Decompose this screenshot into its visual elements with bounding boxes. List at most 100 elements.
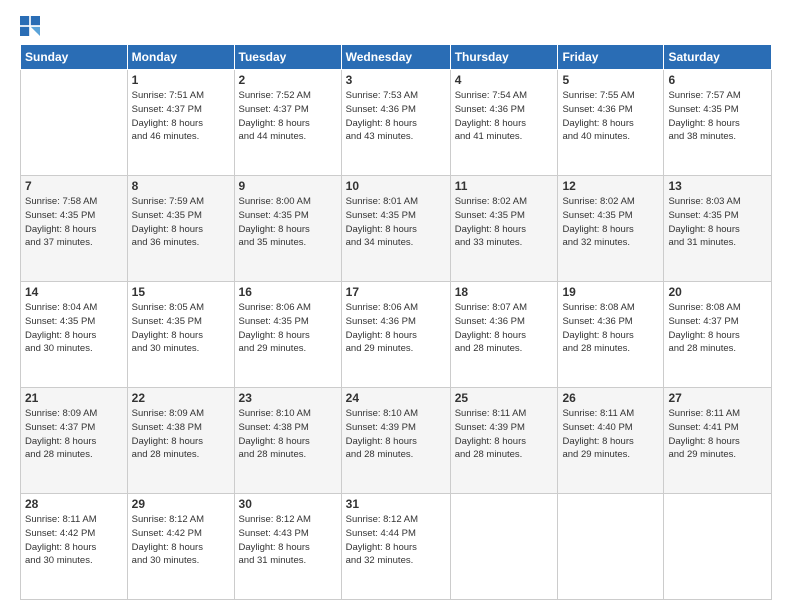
day-info: Sunrise: 8:11 AM Sunset: 4:39 PM Dayligh… xyxy=(455,407,554,462)
calendar-cell: 9Sunrise: 8:00 AM Sunset: 4:35 PM Daylig… xyxy=(234,176,341,282)
day-number: 20 xyxy=(668,285,767,299)
calendar-week-row: 28Sunrise: 8:11 AM Sunset: 4:42 PM Dayli… xyxy=(21,494,772,600)
calendar-cell: 2Sunrise: 7:52 AM Sunset: 4:37 PM Daylig… xyxy=(234,70,341,176)
day-info: Sunrise: 7:54 AM Sunset: 4:36 PM Dayligh… xyxy=(455,89,554,144)
calendar-cell: 31 Sunrise: 8:12 AM Sunset: 4:44 PM Dayli… xyxy=(341,494,450,600)
calendar-cell: 27 Sunrise: 8:11 AM Sunset: 4:41 PM Dayli… xyxy=(664,388,772,494)
day-info: Sunrise: 7:52 AM Sunset: 4:37 PM Dayligh… xyxy=(239,89,337,144)
calendar-cell: 7 Sunrise: 7:58 AM Sunset: 4:35 PM Daylig… xyxy=(21,176,128,282)
day-number: 21 xyxy=(25,391,123,405)
day-number: 31 xyxy=(346,497,446,511)
calendar-table: SundayMondayTuesdayWednesdayThursdayFrid… xyxy=(20,44,772,600)
calendar-body: 1Sunrise: 7:51 AM Sunset: 4:37 PM Daylig… xyxy=(21,70,772,600)
day-info: Sunrise: 8:12 AM Sunset: 4:42 PM Dayligh… xyxy=(132,513,230,568)
logo xyxy=(20,16,44,36)
day-info: Sunrise: 7:53 AM Sunset: 4:36 PM Dayligh… xyxy=(346,89,446,144)
calendar-cell: 12Sunrise: 8:02 AM Sunset: 4:35 PM Dayli… xyxy=(558,176,664,282)
calendar-cell: 23Sunrise: 8:10 AM Sunset: 4:38 PM Dayli… xyxy=(234,388,341,494)
calendar-header-row: SundayMondayTuesdayWednesdayThursdayFrid… xyxy=(21,45,772,70)
day-number: 7 xyxy=(25,179,123,193)
weekday-header: Tuesday xyxy=(234,45,341,70)
day-number: 11 xyxy=(455,179,554,193)
calendar-cell: 13 Sunrise: 8:03 AM Sunset: 4:35 PM Dayli… xyxy=(664,176,772,282)
calendar-cell: 3Sunrise: 7:53 AM Sunset: 4:36 PM Daylig… xyxy=(341,70,450,176)
calendar-cell: 19 Sunrise: 8:08 AM Sunset: 4:36 PM Dayli… xyxy=(558,282,664,388)
calendar-cell: 4 Sunrise: 7:54 AM Sunset: 4:36 PM Daylig… xyxy=(450,70,558,176)
day-info: Sunrise: 8:08 AM Sunset: 4:36 PM Dayligh… xyxy=(562,301,659,356)
calendar-cell: 11 Sunrise: 8:02 AM Sunset: 4:35 PM Dayli… xyxy=(450,176,558,282)
calendar-cell xyxy=(21,70,128,176)
calendar-cell: 1Sunrise: 7:51 AM Sunset: 4:37 PM Daylig… xyxy=(127,70,234,176)
weekday-header: Sunday xyxy=(21,45,128,70)
calendar-cell: 18Sunrise: 8:07 AM Sunset: 4:36 PM Dayli… xyxy=(450,282,558,388)
day-number: 8 xyxy=(132,179,230,193)
calendar-cell: 29 Sunrise: 8:12 AM Sunset: 4:42 PM Dayli… xyxy=(127,494,234,600)
day-info: Sunrise: 8:00 AM Sunset: 4:35 PM Dayligh… xyxy=(239,195,337,250)
day-number: 28 xyxy=(25,497,123,511)
day-info: Sunrise: 7:59 AM Sunset: 4:35 PM Dayligh… xyxy=(132,195,230,250)
day-info: Sunrise: 8:10 AM Sunset: 4:39 PM Dayligh… xyxy=(346,407,446,462)
logo-icon xyxy=(20,16,40,36)
day-info: Sunrise: 8:06 AM Sunset: 4:35 PM Dayligh… xyxy=(239,301,337,356)
day-number: 17 xyxy=(346,285,446,299)
calendar-cell: 5 Sunrise: 7:55 AM Sunset: 4:36 PM Daylig… xyxy=(558,70,664,176)
day-number: 12 xyxy=(562,179,659,193)
day-info: Sunrise: 7:51 AM Sunset: 4:37 PM Dayligh… xyxy=(132,89,230,144)
day-info: Sunrise: 7:57 AM Sunset: 4:35 PM Dayligh… xyxy=(668,89,767,144)
day-info: Sunrise: 8:11 AM Sunset: 4:41 PM Dayligh… xyxy=(668,407,767,462)
day-number: 13 xyxy=(668,179,767,193)
day-info: Sunrise: 8:01 AM Sunset: 4:35 PM Dayligh… xyxy=(346,195,446,250)
calendar-week-row: 14 Sunrise: 8:04 AM Sunset: 4:35 PM Dayli… xyxy=(21,282,772,388)
calendar-cell: 6 Sunrise: 7:57 AM Sunset: 4:35 PM Daylig… xyxy=(664,70,772,176)
day-info: Sunrise: 8:09 AM Sunset: 4:38 PM Dayligh… xyxy=(132,407,230,462)
weekday-header: Monday xyxy=(127,45,234,70)
calendar-cell: 25 Sunrise: 8:11 AM Sunset: 4:39 PM Dayli… xyxy=(450,388,558,494)
calendar-cell: 26 Sunrise: 8:11 AM Sunset: 4:40 PM Dayli… xyxy=(558,388,664,494)
day-info: Sunrise: 7:58 AM Sunset: 4:35 PM Dayligh… xyxy=(25,195,123,250)
day-info: Sunrise: 8:12 AM Sunset: 4:44 PM Dayligh… xyxy=(346,513,446,568)
weekday-header: Friday xyxy=(558,45,664,70)
calendar-cell: 10 Sunrise: 8:01 AM Sunset: 4:35 PM Dayli… xyxy=(341,176,450,282)
day-number: 25 xyxy=(455,391,554,405)
day-info: Sunrise: 8:08 AM Sunset: 4:37 PM Dayligh… xyxy=(668,301,767,356)
day-info: Sunrise: 8:03 AM Sunset: 4:35 PM Dayligh… xyxy=(668,195,767,250)
day-info: Sunrise: 8:06 AM Sunset: 4:36 PM Dayligh… xyxy=(346,301,446,356)
day-info: Sunrise: 8:02 AM Sunset: 4:35 PM Dayligh… xyxy=(455,195,554,250)
header xyxy=(20,16,772,36)
day-number: 29 xyxy=(132,497,230,511)
day-number: 5 xyxy=(562,73,659,87)
calendar-cell: 17 Sunrise: 8:06 AM Sunset: 4:36 PM Dayli… xyxy=(341,282,450,388)
calendar-week-row: 21Sunrise: 8:09 AM Sunset: 4:37 PM Dayli… xyxy=(21,388,772,494)
calendar-cell: 28Sunrise: 8:11 AM Sunset: 4:42 PM Dayli… xyxy=(21,494,128,600)
calendar-cell: 20 Sunrise: 8:08 AM Sunset: 4:37 PM Dayli… xyxy=(664,282,772,388)
page: SundayMondayTuesdayWednesdayThursdayFrid… xyxy=(0,0,792,612)
calendar-cell: 15 Sunrise: 8:05 AM Sunset: 4:35 PM Dayli… xyxy=(127,282,234,388)
day-number: 22 xyxy=(132,391,230,405)
weekday-header: Saturday xyxy=(664,45,772,70)
calendar-week-row: 1Sunrise: 7:51 AM Sunset: 4:37 PM Daylig… xyxy=(21,70,772,176)
calendar-cell: 8 Sunrise: 7:59 AM Sunset: 4:35 PM Daylig… xyxy=(127,176,234,282)
day-number: 26 xyxy=(562,391,659,405)
day-info: Sunrise: 8:04 AM Sunset: 4:35 PM Dayligh… xyxy=(25,301,123,356)
calendar-cell: 16Sunrise: 8:06 AM Sunset: 4:35 PM Dayli… xyxy=(234,282,341,388)
day-number: 10 xyxy=(346,179,446,193)
calendar-week-row: 7 Sunrise: 7:58 AM Sunset: 4:35 PM Daylig… xyxy=(21,176,772,282)
day-number: 4 xyxy=(455,73,554,87)
calendar-cell xyxy=(664,494,772,600)
day-number: 27 xyxy=(668,391,767,405)
day-number: 14 xyxy=(25,285,123,299)
day-info: Sunrise: 8:10 AM Sunset: 4:38 PM Dayligh… xyxy=(239,407,337,462)
day-number: 15 xyxy=(132,285,230,299)
day-info: Sunrise: 7:55 AM Sunset: 4:36 PM Dayligh… xyxy=(562,89,659,144)
calendar-cell: 14 Sunrise: 8:04 AM Sunset: 4:35 PM Dayli… xyxy=(21,282,128,388)
day-info: Sunrise: 8:05 AM Sunset: 4:35 PM Dayligh… xyxy=(132,301,230,356)
day-number: 19 xyxy=(562,285,659,299)
weekday-header: Wednesday xyxy=(341,45,450,70)
calendar-cell: 24 Sunrise: 8:10 AM Sunset: 4:39 PM Dayli… xyxy=(341,388,450,494)
calendar-cell: 30Sunrise: 8:12 AM Sunset: 4:43 PM Dayli… xyxy=(234,494,341,600)
day-number: 24 xyxy=(346,391,446,405)
day-number: 6 xyxy=(668,73,767,87)
weekday-header: Thursday xyxy=(450,45,558,70)
day-info: Sunrise: 8:12 AM Sunset: 4:43 PM Dayligh… xyxy=(239,513,337,568)
day-info: Sunrise: 8:11 AM Sunset: 4:40 PM Dayligh… xyxy=(562,407,659,462)
